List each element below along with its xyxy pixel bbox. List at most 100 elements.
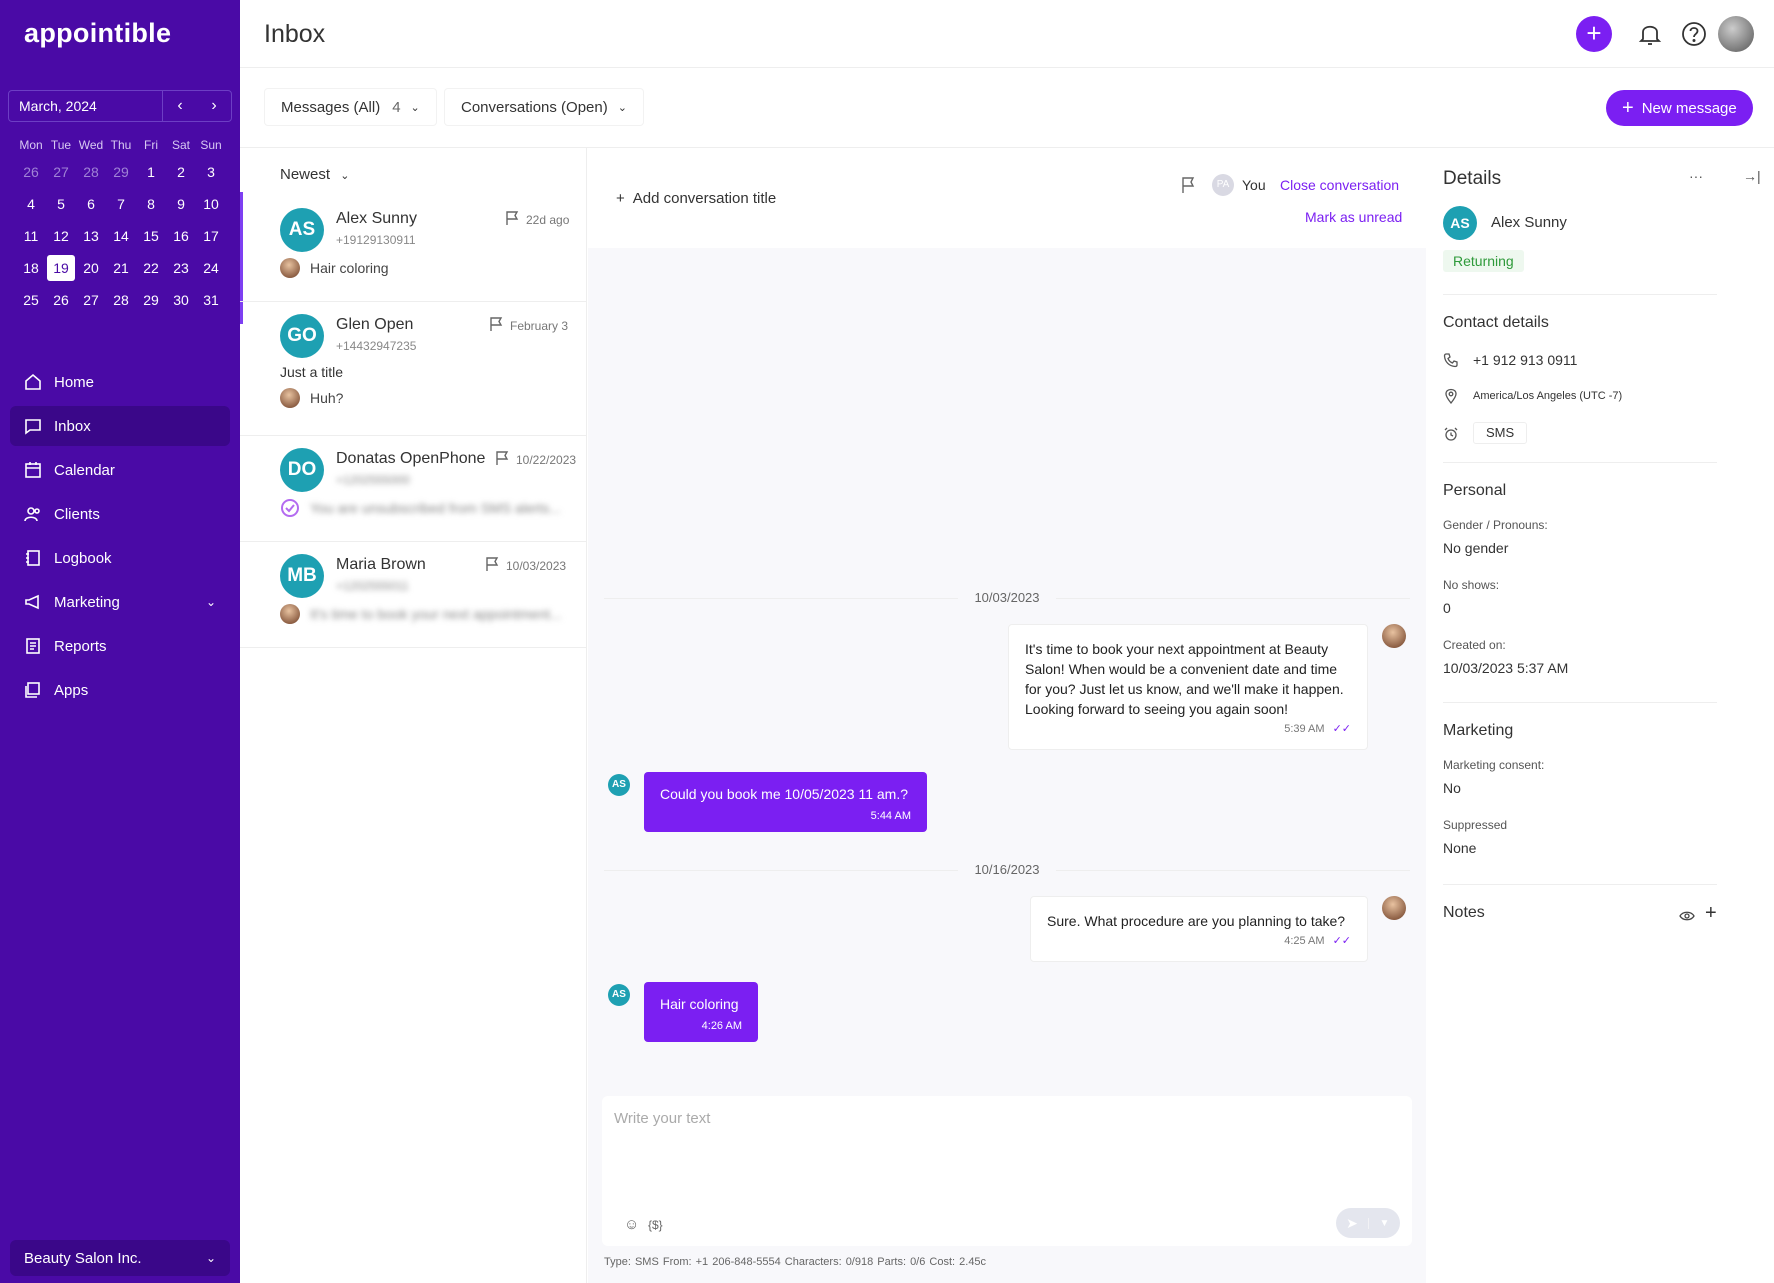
send-button[interactable]: ➤ ▼ — [1336, 1208, 1400, 1238]
calendar-day[interactable]: 20 — [76, 260, 106, 276]
calendar-day[interactable]: 2 — [166, 164, 196, 180]
channel-badge[interactable]: SMS — [1473, 422, 1528, 444]
calendar-next-icon[interactable]: › — [197, 97, 231, 115]
calendar-day[interactable]: 6 — [76, 196, 106, 212]
calendar-day[interactable]: 15 — [136, 228, 166, 244]
main-nav: Home Inbox Calendar Clients Logbook Mark… — [10, 362, 230, 714]
weekday-label: Mon — [19, 138, 43, 152]
calendar-day[interactable]: 26 — [46, 292, 76, 308]
calendar-day-today[interactable]: 19 — [47, 255, 75, 281]
collapse-panel-icon[interactable]: →| — [1743, 168, 1761, 184]
conversations-filter[interactable]: Conversations (Open) ⌄ — [444, 88, 644, 126]
flag-icon[interactable] — [488, 316, 504, 332]
flag-icon[interactable] — [484, 556, 500, 572]
calendar-day[interactable]: 21 — [106, 260, 136, 276]
calendar-day[interactable]: 18 — [16, 260, 46, 276]
calendar-day[interactable]: 29 — [106, 164, 136, 180]
calendar-day[interactable]: 31 — [196, 292, 226, 308]
calendar-day[interactable]: 5 — [46, 196, 76, 212]
assignee-label[interactable]: You — [1242, 177, 1266, 193]
message-meta-info: Type: SMS From: +1 206-848-5554 Characte… — [604, 1256, 987, 1268]
send-options-chevron-icon[interactable]: ▼ — [1368, 1217, 1400, 1229]
calendar-day[interactable]: 25 — [16, 292, 46, 308]
quick-add-button[interactable]: + — [1576, 16, 1612, 52]
eye-icon[interactable] — [1679, 910, 1695, 922]
calendar-day[interactable]: 23 — [166, 260, 196, 276]
chevron-down-icon[interactable]: ⌄ — [206, 595, 216, 609]
home-icon — [25, 373, 41, 390]
calendar-day[interactable]: 29 — [136, 292, 166, 308]
date-separator: 10/16/2023 — [588, 862, 1426, 877]
calendar-prev-icon[interactable]: ‹ — [163, 97, 197, 115]
calendar-day[interactable]: 28 — [76, 164, 106, 180]
new-message-button[interactable]: + New message — [1606, 90, 1753, 126]
calendar-day[interactable]: 27 — [76, 292, 106, 308]
calendar-week: 4 5 6 7 8 9 10 — [16, 188, 226, 220]
variable-insert-button[interactable]: {$} — [648, 1218, 663, 1232]
calendar-day[interactable]: 1 — [136, 164, 166, 180]
conversations-filter-label: Conversations (Open) — [461, 98, 608, 116]
contact-phone[interactable]: +1 912 913 0911 — [1473, 352, 1577, 368]
conversation-item[interactable]: MB Maria Brown +1202555011 10/03/2023 It… — [240, 542, 587, 648]
conversation-item[interactable]: AS Alex Sunny +19129130911 22d ago Hair … — [240, 196, 587, 302]
agent-avatar — [280, 604, 300, 624]
user-avatar[interactable] — [1718, 16, 1754, 52]
calendar-day[interactable]: 7 — [106, 196, 136, 212]
contact-name[interactable]: Alex Sunny — [1491, 214, 1567, 231]
flag-icon[interactable] — [1180, 176, 1196, 194]
messages-filter[interactable]: Messages (All) 4 ⌄ — [264, 88, 437, 126]
conversation-item[interactable]: GO Glen Open +14432947235 February 3 Jus… — [240, 302, 587, 436]
calendar-day[interactable]: 30 — [166, 292, 196, 308]
calendar-month-label[interactable]: March, 2024 — [9, 91, 163, 121]
org-switcher[interactable]: Beauty Salon Inc. ⌄ — [10, 1240, 230, 1276]
calendar-day[interactable]: 26 — [16, 164, 46, 180]
sort-dropdown[interactable]: Newest ⌄ — [280, 166, 349, 183]
more-options-icon[interactable]: ··· — [1689, 168, 1703, 184]
calendar-day[interactable]: 17 — [196, 228, 226, 244]
close-conversation-button[interactable]: Close conversation — [1280, 177, 1399, 193]
nav-item-home[interactable]: Home — [10, 362, 230, 402]
calendar-day[interactable]: 28 — [106, 292, 136, 308]
outgoing-message: It's time to book your next appointment … — [1008, 624, 1368, 750]
mark-as-unread-button[interactable]: Mark as unread — [1305, 209, 1402, 225]
nav-item-logbook[interactable]: Logbook — [10, 538, 230, 578]
emoji-icon[interactable]: ☺ — [624, 1216, 639, 1233]
calendar-day[interactable]: 11 — [16, 228, 46, 244]
calendar-day[interactable]: 3 — [196, 164, 226, 180]
calendar-day[interactable]: 27 — [46, 164, 76, 180]
message-input[interactable] — [602, 1096, 1412, 1206]
add-note-icon[interactable]: + — [1705, 902, 1717, 925]
calendar-day[interactable]: 8 — [136, 196, 166, 212]
calendar-day[interactable]: 22 — [136, 260, 166, 276]
date-separator: 10/03/2023 — [588, 590, 1426, 605]
calendar-day[interactable]: 9 — [166, 196, 196, 212]
contact-phone: +1202555000 — [336, 473, 410, 487]
bell-icon[interactable] — [1636, 20, 1664, 48]
message-text: Could you book me 10/05/2023 11 am.? — [660, 786, 909, 802]
flag-icon[interactable] — [504, 210, 520, 226]
calendar-day[interactable]: 24 — [196, 260, 226, 276]
calendar-day[interactable]: 16 — [166, 228, 196, 244]
calendar-day[interactable]: 12 — [46, 228, 76, 244]
calendar-day[interactable]: 10 — [196, 196, 226, 212]
messages-filter-label: Messages (All) — [281, 98, 381, 116]
conversation-item[interactable]: DO Donatas OpenPhone +1202555000 10/22/2… — [240, 436, 587, 542]
assignee-avatar[interactable]: PA — [1212, 174, 1234, 196]
nav-item-calendar[interactable]: Calendar — [10, 450, 230, 490]
app-logo[interactable]: appointible — [24, 18, 171, 49]
conversation-date: February 3 — [510, 319, 569, 333]
nav-item-marketing[interactable]: Marketing ⌄ — [10, 582, 230, 622]
calendar-day[interactable]: 13 — [76, 228, 106, 244]
help-icon[interactable] — [1680, 20, 1708, 48]
status-badge: Returning — [1443, 250, 1524, 272]
nav-item-clients[interactable]: Clients — [10, 494, 230, 534]
calendar-day[interactable]: 14 — [106, 228, 136, 244]
add-conversation-title-button[interactable]: + Add conversation title — [616, 190, 776, 207]
nav-item-apps[interactable]: Apps — [10, 670, 230, 710]
calendar-day[interactable]: 4 — [16, 196, 46, 212]
nav-item-reports[interactable]: Reports — [10, 626, 230, 666]
send-icon[interactable]: ➤ — [1336, 1215, 1368, 1232]
agent-avatar — [1382, 896, 1406, 920]
flag-icon[interactable] — [494, 450, 510, 466]
nav-item-inbox[interactable]: Inbox — [10, 406, 230, 446]
